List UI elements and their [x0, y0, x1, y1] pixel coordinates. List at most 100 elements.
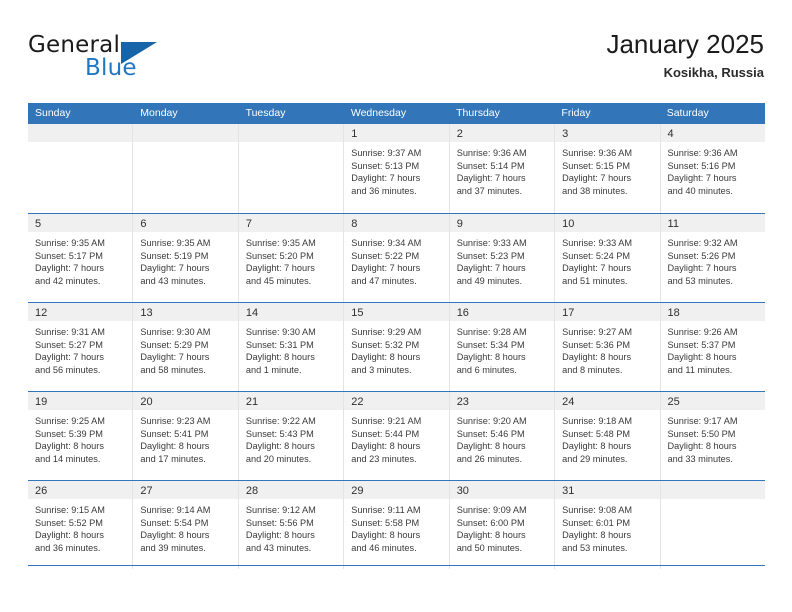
day-detail-line: and 38 minutes. [562, 185, 628, 196]
day-detail-line: Sunrise: 9:20 AM [456, 416, 527, 426]
day-number: 4 [667, 128, 674, 140]
day-detail-line: Sunrise: 9:17 AM [667, 416, 738, 426]
day-detail-line: Sunrise: 9:30 AM [140, 327, 211, 337]
day-number: 3 [562, 128, 569, 140]
calendar-day-cell[interactable]: 13 Sunrise: 9:30 AM Sunset: 5:29 PM Dayligh… [133, 303, 239, 391]
day-number-band: 5 [28, 214, 133, 232]
day-detail-line: Sunset: 5:23 PM [456, 250, 525, 261]
brand-logo[interactable]: General Blue [28, 32, 248, 90]
calendar-day-cell[interactable]: 15 Sunrise: 9:29 AM Sunset: 5:32 PM Dayligh… [344, 303, 450, 391]
calendar-day-cell[interactable]: 6 Sunrise: 9:35 AM Sunset: 5:19 PM Daylight… [133, 214, 239, 302]
day-detail-block: Sunrise: 9:34 AM Sunset: 5:22 PM Daylight:… [344, 232, 448, 287]
day-detail-line: Sunset: 5:36 PM [562, 339, 631, 350]
day-detail-line: and 39 minutes. [140, 542, 206, 553]
day-detail-line: and 50 minutes. [456, 542, 523, 553]
day-detail-block: Sunrise: 9:35 AM Sunset: 5:19 PM Daylight:… [133, 232, 237, 287]
day-detail-line: Sunset: 5:34 PM [456, 339, 525, 350]
day-detail-line: Sunrise: 9:28 AM [456, 327, 527, 337]
day-number-band: 8 [344, 214, 449, 232]
day-number-band: 7 [238, 214, 344, 232]
day-detail-block: Sunrise: 9:26 AM Sunset: 5:37 PM Daylight:… [661, 321, 765, 376]
calendar-day-cell[interactable]: 18 Sunrise: 9:26 AM Sunset: 5:37 PM Dayligh… [660, 303, 765, 391]
day-number-band: 10 [555, 214, 660, 232]
day-number: 19 [35, 396, 48, 408]
day-detail-line: Sunrise: 9:09 AM [456, 505, 527, 515]
calendar-day-cell[interactable]: 16 Sunrise: 9:28 AM Sunset: 5:34 PM Dayligh… [449, 303, 556, 391]
day-detail-line: and 23 minutes. [351, 453, 417, 464]
day-detail-block: Sunrise: 9:30 AM Sunset: 5:31 PM Daylight:… [239, 321, 343, 376]
day-detail-line: Daylight: 8 hours [245, 530, 315, 541]
day-detail-line: Daylight: 7 hours [562, 263, 632, 274]
calendar-day-cell[interactable]: 23 Sunrise: 9:20 AM Sunset: 5:46 PM Dayligh… [449, 392, 556, 480]
day-number: 18 [667, 307, 680, 319]
day-detail-line: Sunrise: 9:25 AM [35, 416, 105, 426]
day-detail-block: Sunrise: 9:09 AM Sunset: 6:00 PM Daylight:… [450, 499, 554, 554]
calendar-day-cell[interactable]: 31 Sunrise: 9:08 AM Sunset: 6:01 PM Dayligh… [555, 481, 661, 569]
day-detail-line: Daylight: 8 hours [35, 441, 104, 452]
calendar-day-cell[interactable]: 11 Sunrise: 9:32 AM Sunset: 5:26 PM Dayligh… [660, 214, 765, 302]
day-detail-line: and 40 minutes. [667, 185, 733, 196]
day-detail-line: Sunset: 5:19 PM [140, 250, 209, 261]
calendar-day-cell[interactable]: 26 Sunrise: 9:15 AM Sunset: 5:52 PM Dayligh… [28, 481, 134, 569]
calendar-day-cell[interactable]: 1 Sunrise: 9:37 AM Sunset: 5:13 PM Daylight… [344, 124, 450, 213]
day-number: 13 [140, 307, 153, 319]
day-detail-line: Daylight: 8 hours [245, 352, 315, 363]
calendar-day-cell[interactable]: 10 Sunrise: 9:33 AM Sunset: 5:24 PM Dayligh… [555, 214, 661, 302]
calendar-day-cell[interactable]: 22 Sunrise: 9:21 AM Sunset: 5:44 PM Dayligh… [344, 392, 450, 480]
day-detail-line: Sunrise: 9:12 AM [245, 505, 316, 515]
day-detail-line: and 46 minutes. [351, 542, 417, 553]
day-number-band: 15 [344, 303, 449, 321]
calendar-day-cell[interactable]: 19 Sunrise: 9:25 AM Sunset: 5:39 PM Dayligh… [28, 392, 134, 480]
calendar-day-cell[interactable]: 5 Sunrise: 9:35 AM Sunset: 5:17 PM Daylight… [28, 214, 134, 302]
day-detail-line: and 3 minutes. [351, 364, 412, 375]
day-detail-line: Sunrise: 9:29 AM [351, 327, 422, 337]
day-detail-line: and 26 minutes. [456, 453, 523, 464]
calendar-day-cell[interactable]: 24 Sunrise: 9:18 AM Sunset: 5:48 PM Dayligh… [555, 392, 661, 480]
calendar-day-cell[interactable]: 29 Sunrise: 9:11 AM Sunset: 5:58 PM Dayligh… [344, 481, 450, 569]
day-detail-block: Sunrise: 9:08 AM Sunset: 6:01 PM Daylight:… [555, 499, 659, 554]
calendar-day-cell[interactable]: 8 Sunrise: 9:34 AM Sunset: 5:22 PM Daylight… [344, 214, 450, 302]
calendar-day-cell[interactable]: 20 Sunrise: 9:23 AM Sunset: 5:41 PM Dayligh… [133, 392, 239, 480]
calendar-day-cell[interactable]: 30 Sunrise: 9:09 AM Sunset: 6:00 PM Dayligh… [449, 481, 556, 569]
calendar-day-cell[interactable]: 17 Sunrise: 9:27 AM Sunset: 5:36 PM Dayligh… [555, 303, 661, 391]
day-detail-line: Sunset: 5:39 PM [35, 428, 103, 439]
day-number-band: 16 [449, 303, 555, 321]
day-detail-line: Daylight: 7 hours [351, 263, 421, 274]
day-number-band: 19 [28, 392, 133, 410]
day-detail-line: Sunset: 5:24 PM [562, 250, 631, 261]
day-detail-block: Sunrise: 9:36 AM Sunset: 5:15 PM Daylight:… [555, 142, 659, 197]
calendar-day-cell[interactable]: 9 Sunrise: 9:33 AM Sunset: 5:23 PM Daylight… [449, 214, 556, 302]
calendar-day-cell[interactable]: 7 Sunrise: 9:35 AM Sunset: 5:20 PM Daylight… [238, 214, 345, 302]
day-detail-line: Daylight: 8 hours [562, 352, 632, 363]
day-detail-line: Sunset: 5:41 PM [140, 428, 209, 439]
calendar-day-cell[interactable]: 2 Sunrise: 9:36 AM Sunset: 5:14 PM Daylight… [449, 124, 556, 213]
calendar-day-cell[interactable]: 3 Sunrise: 9:36 AM Sunset: 5:15 PM Daylight… [555, 124, 661, 213]
brand-name-blue: Blue [85, 55, 137, 81]
day-detail-line: Sunrise: 9:08 AM [562, 505, 633, 515]
day-detail-block: Sunrise: 9:36 AM Sunset: 5:14 PM Daylight:… [450, 142, 554, 197]
calendar-day-cell[interactable]: 14 Sunrise: 9:30 AM Sunset: 5:31 PM Dayligh… [238, 303, 345, 391]
day-detail-block: Sunrise: 9:11 AM Sunset: 5:58 PM Daylight:… [344, 499, 448, 554]
calendar-day-cell-empty [660, 481, 765, 569]
day-number-band: 26 [28, 481, 133, 499]
calendar-day-cell[interactable]: 27 Sunrise: 9:14 AM Sunset: 5:54 PM Dayligh… [133, 481, 239, 569]
day-detail-block: Sunrise: 9:17 AM Sunset: 5:50 PM Daylight:… [661, 410, 765, 465]
day-detail-line: Daylight: 8 hours [562, 441, 632, 452]
day-number-band: 14 [238, 303, 344, 321]
calendar-day-cell[interactable]: 4 Sunrise: 9:36 AM Sunset: 5:16 PM Daylight… [660, 124, 765, 213]
calendar-day-cell[interactable]: 25 Sunrise: 9:17 AM Sunset: 5:50 PM Dayligh… [660, 392, 765, 480]
day-number-band [238, 124, 344, 142]
day-detail-line: Daylight: 8 hours [456, 530, 526, 541]
calendar-day-cell[interactable]: 12 Sunrise: 9:31 AM Sunset: 5:27 PM Dayligh… [28, 303, 134, 391]
day-detail-line: Sunset: 5:14 PM [456, 160, 525, 171]
day-detail-line: Daylight: 8 hours [667, 352, 737, 363]
day-detail-line: Daylight: 7 hours [351, 173, 421, 184]
day-detail-line: Sunset: 5:32 PM [351, 339, 420, 350]
day-detail-line: Sunset: 5:52 PM [35, 517, 103, 528]
day-detail-line: and 36 minutes. [35, 542, 101, 553]
calendar-day-cell[interactable]: 28 Sunrise: 9:12 AM Sunset: 5:56 PM Dayligh… [238, 481, 345, 569]
page-title: January 2025 [606, 29, 764, 59]
day-detail-line: Sunset: 5:44 PM [351, 428, 420, 439]
day-detail-line: Daylight: 7 hours [245, 263, 315, 274]
calendar-day-cell[interactable]: 21 Sunrise: 9:22 AM Sunset: 5:43 PM Dayligh… [238, 392, 345, 480]
